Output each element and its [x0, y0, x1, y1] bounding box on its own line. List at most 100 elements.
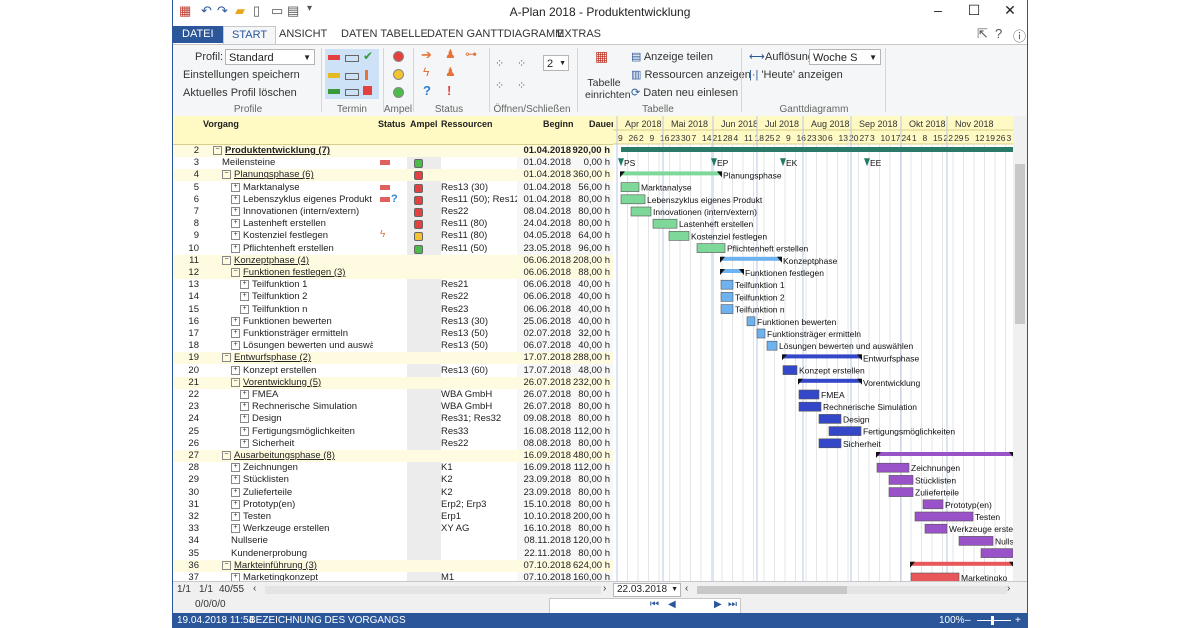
task-name-cell[interactable]: + Lastenheft erstellen	[213, 218, 373, 230]
person-add-icon[interactable]: ♟	[445, 65, 456, 79]
duration-cell[interactable]: 80,00 h	[572, 206, 610, 218]
task-name-cell[interactable]: + Werkzeuge erstellen	[213, 523, 373, 535]
task-name-cell[interactable]: + Funktionen bewerten	[213, 316, 373, 328]
duration-cell[interactable]: 80,00 h	[572, 499, 610, 511]
duration-cell[interactable]: 112,00 h	[572, 462, 610, 474]
duration-cell[interactable]: 624,00 h	[572, 560, 610, 572]
table-row[interactable]: 15 + Teilfunktion n Res23 06.06.2018 40,00 h	[173, 304, 613, 316]
table-row[interactable]: 27 − Ausarbeitungsphase (8) 16.09.2018 480,0…	[173, 450, 613, 462]
begin-cell[interactable]: 23.09.2018	[517, 474, 571, 486]
duration-cell[interactable]: 48,00 h	[572, 365, 610, 377]
duration-cell[interactable]: 112,00 h	[572, 426, 610, 438]
status-cell[interactable]	[378, 340, 406, 352]
task-name-cell[interactable]: + Fertigungsmöglichkeiten	[213, 426, 373, 438]
begin-cell[interactable]: 02.07.2018	[517, 328, 571, 340]
task-name-cell[interactable]: + Design	[213, 413, 373, 425]
scroll-thumb[interactable]	[1015, 164, 1025, 324]
begin-cell[interactable]: 01.04.2018	[517, 194, 571, 206]
status-cell[interactable]	[378, 499, 406, 511]
table-row[interactable]: 7 + Innovationen (intern/extern) Res22 08.04…	[173, 206, 613, 218]
expand-icon[interactable]: +	[231, 487, 240, 497]
first-icon[interactable]: ⏮	[650, 599, 659, 610]
gantt-hscroll[interactable]	[697, 586, 1007, 594]
task-name-cell[interactable]: + Testen	[213, 511, 373, 523]
expand-icon[interactable]: +	[231, 219, 240, 229]
status-cell[interactable]	[378, 548, 406, 560]
duration-cell[interactable]: 32,00 h	[572, 328, 610, 340]
begin-cell[interactable]: 08.11.2018	[517, 535, 571, 547]
task-bar[interactable]	[652, 218, 678, 229]
duration-cell[interactable]: 80,00 h	[572, 438, 610, 450]
ampel-cell[interactable]	[410, 340, 438, 352]
arrow-right-icon[interactable]: ➔	[421, 47, 432, 63]
begin-cell[interactable]: 04.05.2018	[517, 230, 571, 242]
col-resources[interactable]: Ressourcen	[441, 119, 493, 129]
resource-cell[interactable]: Res13 (30)	[441, 316, 517, 328]
duration-cell[interactable]: 288,00 h	[572, 352, 610, 364]
status-cell[interactable]	[378, 377, 406, 389]
collapse-icon[interactable]: −	[213, 145, 222, 155]
ampel-cell[interactable]	[410, 169, 438, 181]
table-row[interactable]: 5 + Marktanalyse Res13 (30) 01.04.2018 56,00 …	[173, 182, 613, 194]
expand-icon[interactable]: +	[231, 341, 240, 351]
task-name-cell[interactable]: + Stücklisten	[213, 474, 373, 486]
status-cell[interactable]	[378, 474, 406, 486]
tab-start[interactable]: START	[223, 26, 277, 44]
task-name-cell[interactable]: + Zeichnungen	[213, 462, 373, 474]
help-icon[interactable]: ?	[995, 26, 1002, 41]
minimize-icon[interactable]: –	[920, 2, 956, 22]
maximize-icon[interactable]: ☐	[956, 2, 992, 22]
zoom-slider[interactable]	[977, 620, 1011, 621]
task-name-cell[interactable]: Kundenerprobung	[213, 548, 373, 560]
task-bar[interactable]	[922, 499, 944, 510]
date-field[interactable]: 22.03.2018 ▼	[613, 583, 681, 597]
expand-icon[interactable]: +	[231, 182, 240, 192]
duration-cell[interactable]: 40,00 h	[572, 279, 610, 291]
link-icon[interactable]: ⊶	[465, 47, 477, 61]
task-name-cell[interactable]: + Teilfunktion n	[213, 304, 373, 316]
task-name-cell[interactable]: + Teilfunktion 2	[213, 291, 373, 303]
task-bar[interactable]	[958, 536, 994, 546]
status-cell[interactable]	[378, 535, 406, 547]
expand-icon[interactable]: +	[240, 304, 249, 314]
task-name-cell[interactable]: + Lebenszyklus eigenes Produkt	[213, 194, 373, 206]
task-name-cell[interactable]: + Konzept erstellen	[213, 365, 373, 377]
status-cell[interactable]	[378, 560, 406, 572]
resource-cell[interactable]: K1	[441, 462, 517, 474]
status-cell[interactable]	[378, 182, 406, 194]
save-settings-button[interactable]: Einstellungen speichern	[183, 69, 300, 81]
table-row[interactable]: 16 + Funktionen bewerten Res13 (30) 25.06.20…	[173, 316, 613, 328]
ampel-cell[interactable]	[410, 426, 438, 438]
task-bar[interactable]	[668, 231, 690, 241]
ampel-cell[interactable]	[410, 194, 438, 206]
summary-bar[interactable]	[621, 171, 721, 176]
duration-cell[interactable]: 80,00 h	[572, 523, 610, 535]
begin-cell[interactable]: 23.05.2018	[517, 243, 571, 255]
table-row[interactable]: 33 + Werkzeuge erstellen XY AG 16.10.2018 80,…	[173, 523, 613, 535]
ampel-cell[interactable]	[410, 218, 438, 230]
resource-cell[interactable]: WBA GmbH	[441, 389, 517, 401]
status-cell[interactable]	[378, 462, 406, 474]
ampel-red-icon[interactable]	[393, 51, 404, 62]
table-row[interactable]: 24 + Design Res31; Res32 09.08.2018 80,00 h	[173, 413, 613, 425]
table-hscroll[interactable]	[265, 586, 601, 594]
table-row[interactable]: 26 + Sicherheit Res22 08.08.2018 80,00 h	[173, 438, 613, 450]
resource-cell[interactable]: Res13 (60)	[441, 365, 517, 377]
expand-icon[interactable]: +	[240, 426, 249, 436]
task-bar[interactable]	[888, 475, 914, 485]
collapse-icon[interactable]: −	[222, 353, 231, 363]
ampel-cell[interactable]	[410, 548, 438, 560]
col-ampel[interactable]: Ampel	[410, 119, 438, 129]
table-row[interactable]: 13 + Teilfunktion 1 Res21 06.06.2018 40,00 h	[173, 279, 613, 291]
ampel-cell[interactable]	[410, 377, 438, 389]
tab-view[interactable]: ANSICHT	[271, 26, 335, 43]
task-name-cell[interactable]: + Prototyp(en)	[213, 499, 373, 511]
gantt-hscroll-thumb[interactable]	[697, 586, 847, 594]
expand-icon[interactable]: +	[231, 511, 240, 521]
col-status[interactable]: Status	[378, 119, 406, 129]
resource-cell[interactable]: Res22	[441, 291, 517, 303]
ampel-cell[interactable]	[410, 462, 438, 474]
table-row[interactable]: 14 + Teilfunktion 2 Res22 06.06.2018 40,00 h	[173, 291, 613, 303]
resolution-select[interactable]: Woche S ▼	[809, 49, 881, 65]
task-bar[interactable]	[720, 304, 734, 314]
